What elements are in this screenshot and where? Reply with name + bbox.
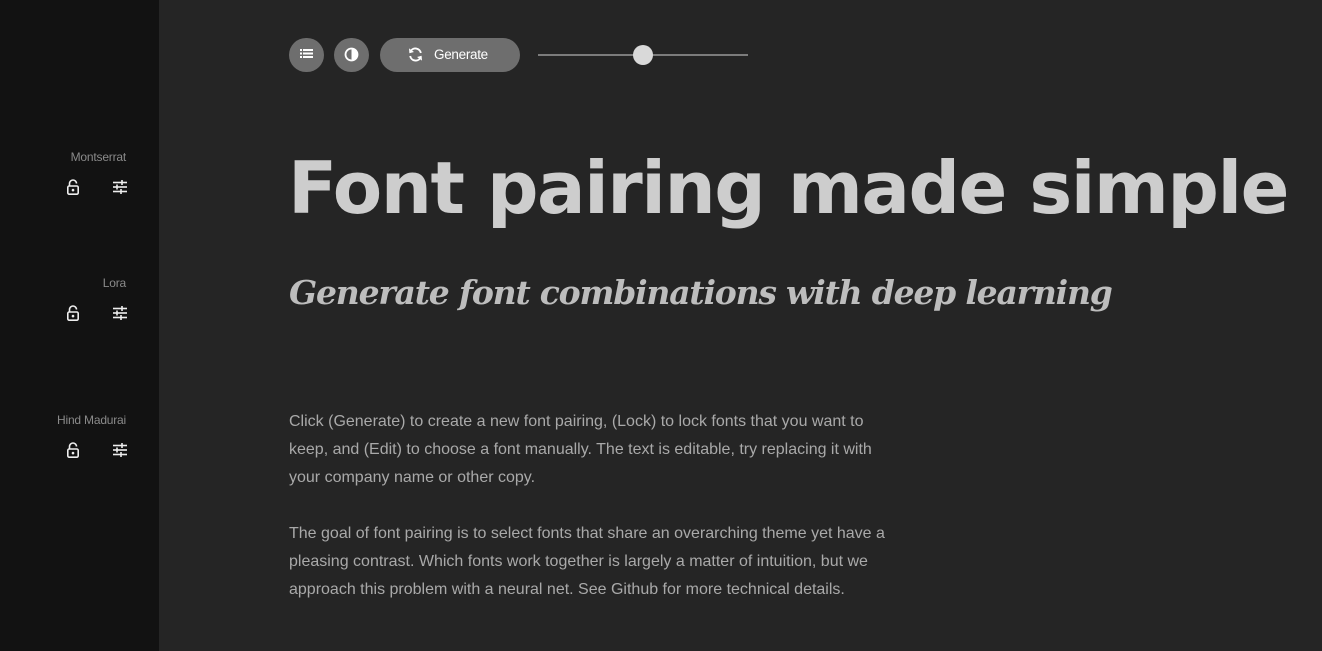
font-name-label: Montserrat <box>70 150 127 164</box>
body-paragraph[interactable]: Click (Generate) to create a new font pa… <box>289 408 887 492</box>
sliders-icon[interactable] <box>111 304 129 322</box>
sliders-icon[interactable] <box>111 178 129 196</box>
font-controls <box>6 178 129 202</box>
slider-thumb[interactable] <box>633 45 653 65</box>
refresh-icon <box>409 47 422 62</box>
font-slot-body: Hind Madurai <box>6 413 129 465</box>
font-slot-subheading: Lora <box>6 276 129 328</box>
subheadline-text[interactable]: Generate font combinations with deep lea… <box>289 270 1113 316</box>
headline-text[interactable]: Font pairing made simple <box>288 138 1289 238</box>
generate-button[interactable]: Generate <box>380 38 520 72</box>
font-controls <box>6 304 129 328</box>
unlock-icon[interactable] <box>64 178 82 196</box>
contrast-icon <box>344 47 359 62</box>
unlock-icon[interactable] <box>64 304 82 322</box>
main-content: Generate Font pairing made simple Genera… <box>159 0 1322 651</box>
font-name-label: Hind Madurai <box>57 413 126 427</box>
contrast-button[interactable] <box>334 38 369 72</box>
font-sidebar: Montserrat Lora Hind Madurai <box>0 0 159 651</box>
font-name-label: Lora <box>102 276 126 290</box>
body-paragraph[interactable]: The goal of font pairing is to select fo… <box>289 520 887 604</box>
list-button[interactable] <box>289 38 324 72</box>
sliders-icon[interactable] <box>111 441 129 459</box>
unlock-icon[interactable] <box>64 441 82 459</box>
pairing-slider[interactable] <box>538 44 748 66</box>
font-controls <box>6 441 129 465</box>
list-icon <box>300 49 313 58</box>
body-copy: Click (Generate) to create a new font pa… <box>289 408 929 632</box>
font-slot-heading: Montserrat <box>6 150 129 202</box>
generate-label: Generate <box>434 47 488 62</box>
